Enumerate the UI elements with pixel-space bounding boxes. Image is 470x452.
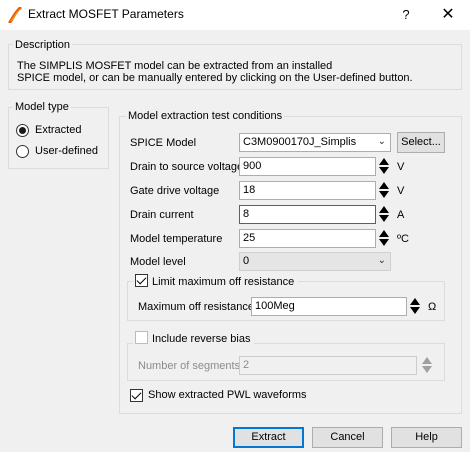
gate-drive-voltage-input[interactable]: 18 [239,181,376,200]
drain-current-spinner[interactable] [379,205,390,224]
max-off-resistance-spinner[interactable] [410,297,421,316]
gate-drive-voltage-label: Gate drive voltage [130,185,220,197]
include-reverse-bias-label[interactable]: Include reverse bias [152,333,250,345]
description-line-2: SPICE model, or can be manually entered … [17,72,413,84]
max-off-resistance-input[interactable]: 100Meg [251,297,407,316]
max-off-resistance-label: Maximum off resistance [138,301,254,313]
drain-current-input[interactable]: 8 [239,205,376,224]
off-resistance-header: Limit maximum off resistance [133,274,299,288]
description-line-1: The SIMPLIS MOSFET model can be extracte… [17,60,333,72]
max-off-resistance-unit: Ω [428,301,437,313]
chevron-down-icon: ⌄ [377,136,386,147]
drain-source-voltage-label: Drain to source voltage [130,161,244,173]
gate-drive-voltage-unit: V [397,185,405,197]
drain-source-voltage-input[interactable]: 900 [239,157,376,176]
drain-current-unit: A [397,209,405,221]
number-of-segments-label: Number of segments [138,360,241,372]
model-level-combo[interactable]: 0 ⌄ [239,252,391,271]
description-text: The SIMPLIS MOSFET model can be extracte… [17,60,457,84]
gate-drive-voltage-spinner[interactable] [379,181,390,200]
window-title: Extract MOSFET Parameters [28,7,184,21]
number-of-segments-input: 2 [239,356,417,375]
drain-source-voltage-unit: V [397,161,405,173]
conditions-group-title: Model extraction test conditions [126,110,285,122]
include-reverse-bias-checkbox[interactable] [135,331,148,344]
model-type-group [8,107,109,169]
model-temperature-unit: ºC [397,233,409,245]
model-level-value: 0 [243,255,250,267]
simplis-logo-icon [8,6,22,24]
drain-current-label: Drain current [130,209,194,221]
extract-button[interactable]: Extract [233,427,304,448]
model-temperature-input[interactable]: 25 [239,229,376,248]
chevron-down-icon: ⌄ [377,255,386,266]
close-button[interactable]: ✕ [436,4,460,26]
description-group-title: Description [13,39,73,51]
user-defined-radio-label[interactable]: User-defined [35,145,98,157]
number-of-segments-spinner [422,356,433,375]
reverse-bias-header: Include reverse bias [133,331,255,345]
help-button[interactable]: Help [391,427,462,448]
cancel-button[interactable]: Cancel [312,427,383,448]
help-title-button[interactable]: ? [396,4,416,26]
model-type-group-title: Model type [13,101,71,113]
model-temperature-spinner[interactable] [379,229,390,248]
extracted-radio-label[interactable]: Extracted [35,124,81,136]
select-model-button[interactable]: Select... [397,132,445,153]
show-pwl-checkbox[interactable] [130,389,143,402]
limit-off-resistance-label[interactable]: Limit maximum off resistance [152,276,294,288]
spice-model-value: C3M0900170J_Simplis [243,136,357,148]
show-pwl-label[interactable]: Show extracted PWL waveforms [148,389,307,401]
model-temperature-label: Model temperature [130,233,223,245]
model-level-label: Model level [130,256,186,268]
spice-model-combo[interactable]: C3M0900170J_Simplis ⌄ [239,133,391,152]
spice-model-label: SPICE Model [130,137,197,149]
drain-source-voltage-spinner[interactable] [379,157,390,176]
extracted-radio[interactable] [16,124,29,137]
user-defined-radio[interactable] [16,145,29,158]
limit-off-resistance-checkbox[interactable] [135,274,148,287]
